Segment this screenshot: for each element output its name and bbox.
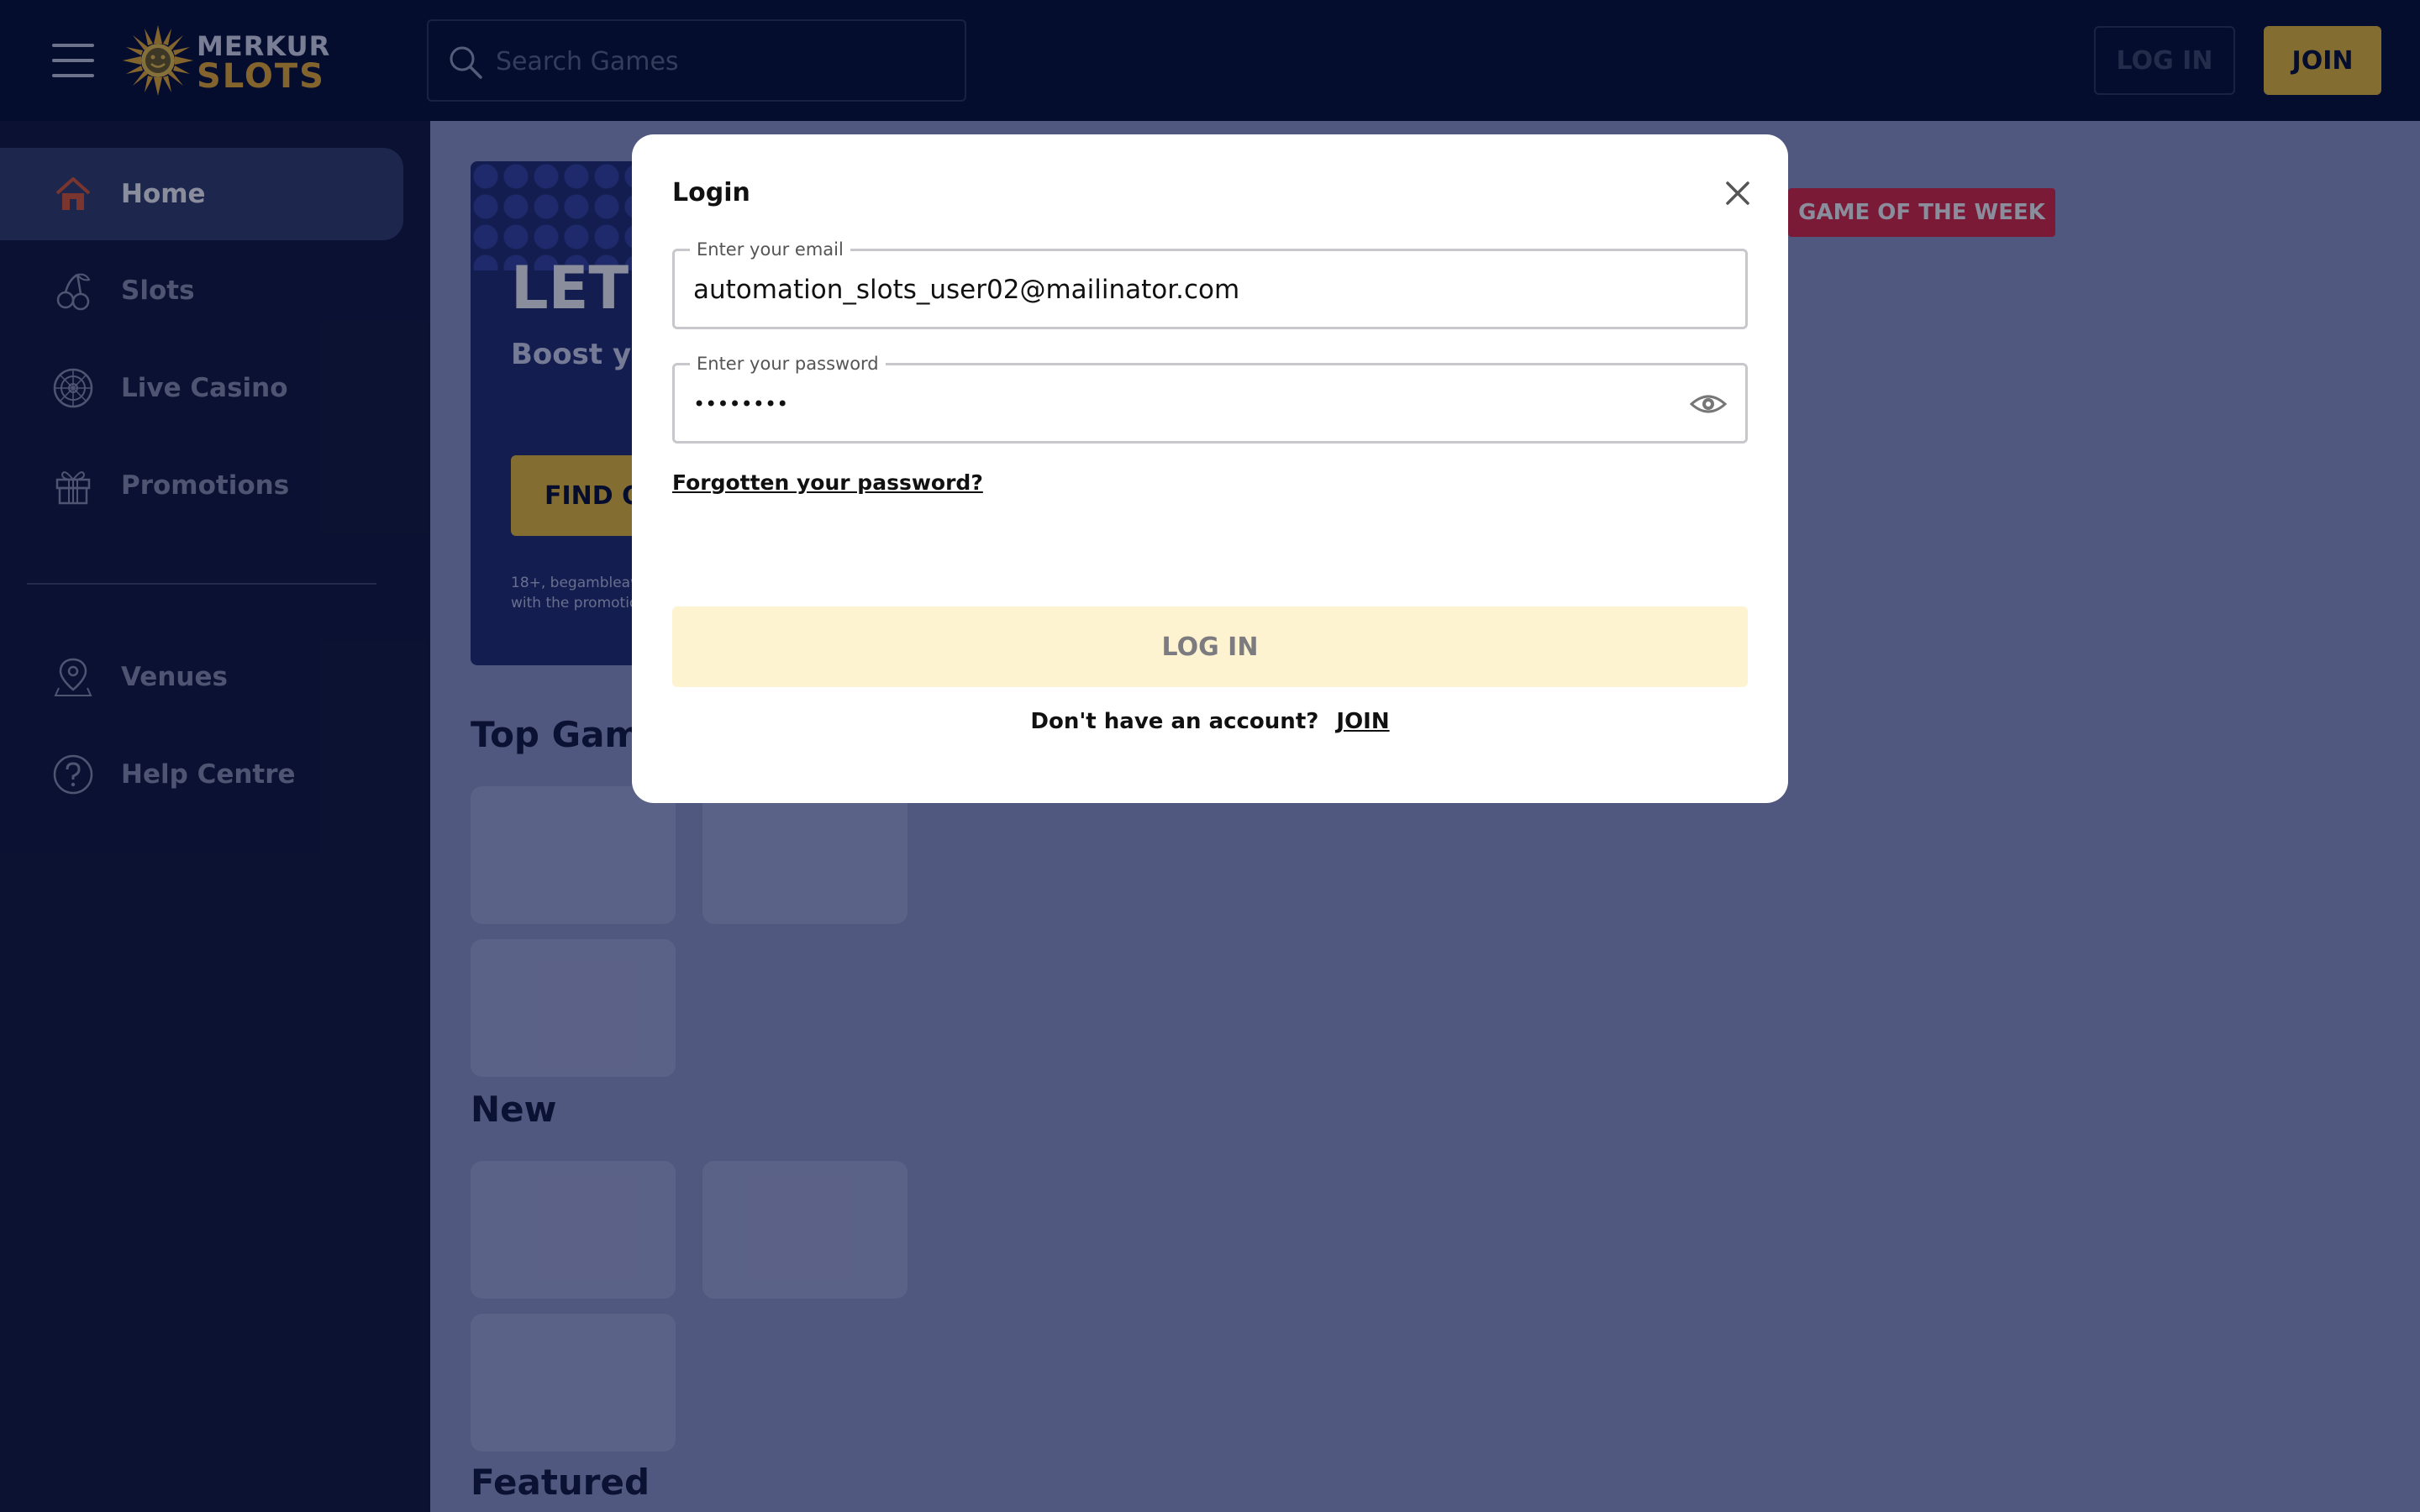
show-password-eye-icon[interactable]: [1690, 389, 1727, 419]
email-field-value: automation_slots_user02@mailinator.com: [693, 275, 1240, 305]
email-field[interactable]: Enter your email automation_slots_user02…: [672, 239, 1748, 329]
forgot-password-link[interactable]: Forgotten your password?: [672, 470, 983, 495]
close-icon[interactable]: [1721, 176, 1754, 210]
password-field-value: ••••••••: [693, 392, 789, 416]
password-field[interactable]: Enter your password ••••••••: [672, 354, 1748, 444]
modal-login-button[interactable]: LOG IN: [672, 606, 1748, 687]
modal-join-link[interactable]: JOIN: [1336, 709, 1389, 734]
no-account-text: Don't have an account?: [1030, 709, 1319, 734]
login-modal: Login Enter your email automation_slots_…: [632, 134, 1788, 803]
modal-title: Login: [672, 178, 750, 207]
password-field-label: Enter your password: [690, 354, 886, 374]
no-account-row: Don't have an account? JOIN: [632, 709, 1788, 734]
email-field-label: Enter your email: [690, 239, 850, 260]
